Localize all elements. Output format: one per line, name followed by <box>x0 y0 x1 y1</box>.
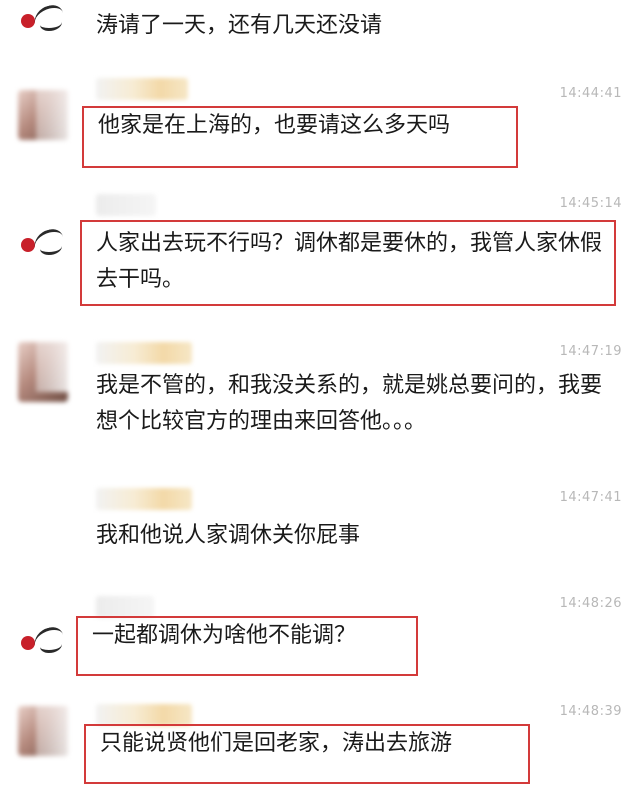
message-text: 涛请了一天，还有几天还没请 <box>96 13 383 38</box>
sender-name-blurred <box>96 342 192 364</box>
avatar[interactable] <box>18 90 68 140</box>
avatar[interactable] <box>18 610 68 660</box>
flower-icon <box>21 238 35 252</box>
highlight-box: 他家是在上海的，也要请这么多天吗 <box>82 106 518 168</box>
avatar[interactable] <box>18 342 68 402</box>
message-text: 我和他说人家调休关你屁事 <box>96 523 361 548</box>
sender-name-blurred <box>96 194 156 216</box>
highlight-box: 只能说贤他们是回老家，涛出去旅游 <box>84 724 530 784</box>
sender-name-blurred <box>96 704 192 726</box>
highlight-box: 一起都调休为啥他不能调？ <box>76 616 418 676</box>
timestamp: 14:47:19 <box>559 344 622 359</box>
avatar[interactable] <box>18 0 68 38</box>
message-text: 只能说贤他们是回老家，涛出去旅游 <box>100 731 453 756</box>
avatar[interactable] <box>18 212 68 262</box>
timestamp: 14:44:41 <box>559 86 622 101</box>
timestamp: 14:48:26 <box>559 596 622 611</box>
timestamp: 14:48:39 <box>559 704 622 719</box>
flower-icon <box>21 636 35 650</box>
sender-name-blurred <box>96 488 192 510</box>
message-text: 一起都调休为啥他不能调？ <box>92 623 357 648</box>
flower-icon <box>21 14 35 28</box>
sender-name-blurred <box>96 78 188 100</box>
timestamp: 14:45:14 <box>559 196 622 211</box>
timestamp: 14:47:41 <box>559 490 622 505</box>
sender-name-blurred <box>96 596 154 618</box>
avatar[interactable] <box>18 706 68 756</box>
message-text: 人家出去玩不行吗？调休都是要休的，我管人家休假去干吗。 <box>96 231 603 292</box>
message-text: 他家是在上海的，也要请这么多天吗 <box>98 113 451 138</box>
highlight-box: 人家出去玩不行吗？调休都是要休的，我管人家休假去干吗。 <box>80 220 616 306</box>
message-text: 我是不管的，和我没关系的，就是姚总要问的，我要想个比较官方的理由来回答他。。。 <box>96 373 603 434</box>
